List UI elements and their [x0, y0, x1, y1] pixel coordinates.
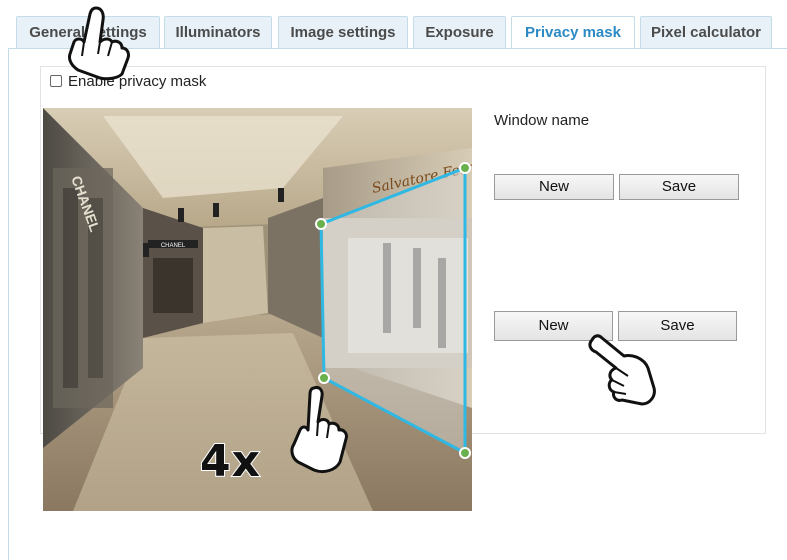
mask-handle-top-right	[459, 162, 471, 174]
panel-left-border	[8, 48, 9, 560]
pointer-hand-icon	[68, 6, 130, 81]
tab-privacy-mask[interactable]: Privacy mask	[511, 16, 635, 49]
tab-image-settings[interactable]: Image settings	[278, 16, 408, 48]
save-button-top[interactable]: Save	[619, 174, 739, 200]
drag-hand-icon	[290, 386, 348, 474]
tab-illuminators[interactable]: Illuminators	[164, 16, 272, 48]
click-hand-icon	[588, 334, 656, 406]
tab-exposure[interactable]: Exposure	[413, 16, 506, 48]
mask-handle-bottom-right	[459, 447, 471, 459]
chanel-sign-mid: CHANEL	[161, 243, 186, 249]
speed-label: 4x	[199, 435, 261, 488]
window-name-label: Window name	[494, 112, 590, 129]
mask-handle-top-left	[315, 218, 327, 230]
tab-pixel-calculator[interactable]: Pixel calculator	[640, 16, 772, 48]
new-button-top[interactable]: New	[494, 174, 614, 200]
